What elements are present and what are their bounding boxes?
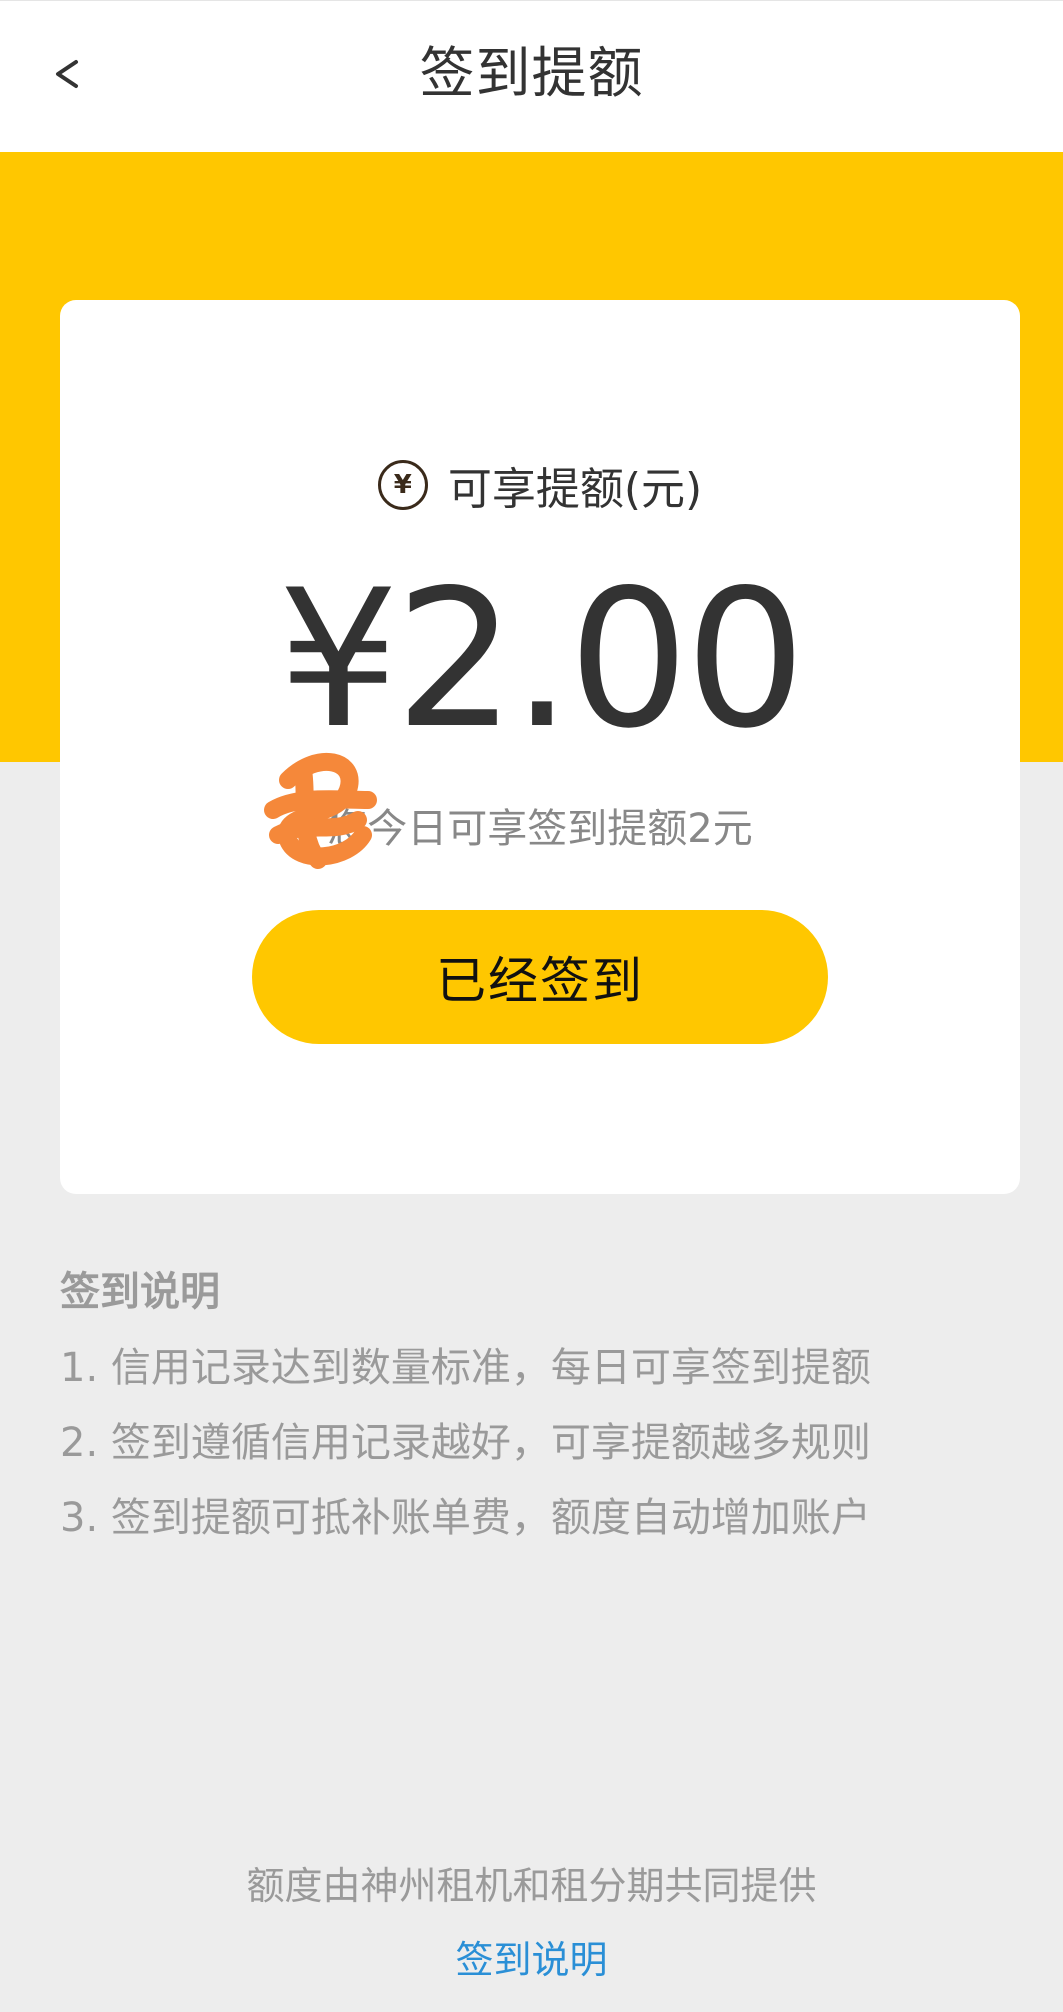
quota-label-row: ¥ 可享提额(元) <box>60 450 1020 520</box>
rule-item: 3. 签到提额可抵补账单费，额度自动增加账户 <box>60 1495 871 1541</box>
sign-in-rules: 签到说明 1. 信用记录达到数量标准，每日可享签到提额 2. 签到遵循信用记录越… <box>60 1262 1020 1563</box>
daily-quota-notice: 您今日可享签到提额2元 <box>327 806 753 852</box>
quota-label: 可享提额(元) <box>447 464 703 515</box>
already-signed-button[interactable]: 已经签到 <box>252 910 828 1044</box>
rule-item: 2. 签到遵循信用记录越好，可享提额越多规则 <box>60 1420 871 1466</box>
notice-row: 您今日可享签到提额2元 <box>60 790 1020 860</box>
rules-title: 签到说明 <box>60 1269 220 1315</box>
quota-amount: ¥2.00 <box>278 549 806 770</box>
yen-coin-icon: ¥ <box>377 460 428 510</box>
top-nav-bar: 签到提额 <box>0 0 1063 152</box>
provider-text: 额度由神州租机和租分期共同提供 <box>246 1864 817 1908</box>
quota-card: ¥ 可享提额(元) ¥2.00 您今日可享签到提额2元 已经签到 <box>60 300 1020 1194</box>
page-title: 签到提额 <box>419 41 644 105</box>
rule-item: 1. 信用记录达到数量标准，每日可享签到提额 <box>60 1345 871 1391</box>
sign-in-rules-link[interactable]: 签到说明 <box>0 1930 1063 1990</box>
